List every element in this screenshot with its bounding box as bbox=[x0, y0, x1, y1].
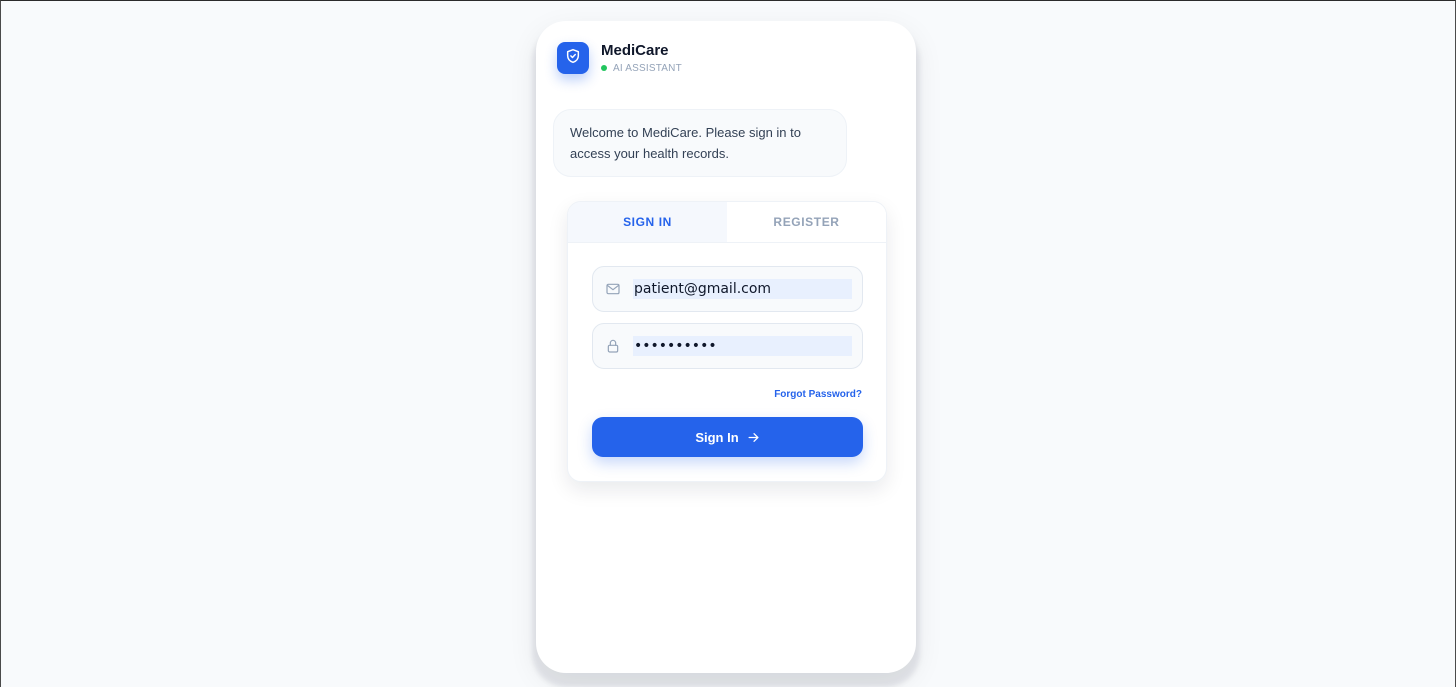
status-row: AI ASSISTANT bbox=[601, 63, 682, 74]
mail-icon bbox=[593, 281, 633, 297]
tab-sign-in[interactable]: SIGN IN bbox=[568, 202, 727, 242]
shield-check-icon bbox=[565, 48, 581, 69]
password-input[interactable] bbox=[633, 336, 852, 356]
phone-frame: MediCare AI ASSISTANT Welcome to MediCar… bbox=[536, 21, 916, 673]
app-header: MediCare AI ASSISTANT bbox=[557, 42, 682, 74]
brand-logo bbox=[557, 42, 589, 74]
tab-register[interactable]: REGISTER bbox=[727, 202, 886, 242]
lock-icon bbox=[593, 338, 633, 354]
forgot-password-link[interactable]: Forgot Password? bbox=[774, 389, 862, 400]
email-input[interactable] bbox=[633, 279, 852, 299]
arrow-right-icon bbox=[747, 431, 760, 444]
brand-name: MediCare bbox=[601, 41, 669, 59]
password-field-wrapper bbox=[592, 323, 863, 369]
page-viewport: MediCare AI ASSISTANT Welcome to MediCar… bbox=[0, 0, 1456, 687]
sign-in-button-label: Sign In bbox=[695, 429, 739, 445]
status-text: AI ASSISTANT bbox=[613, 62, 682, 74]
auth-tabs: SIGN IN REGISTER bbox=[568, 202, 886, 243]
auth-card: SIGN IN REGISTER patient@gmail.com Forgo… bbox=[567, 201, 887, 482]
email-field-wrapper bbox=[592, 266, 863, 312]
sign-in-button[interactable]: Sign In bbox=[592, 417, 863, 457]
online-status-dot bbox=[601, 65, 607, 71]
welcome-message-bubble: Welcome to MediCare. Please sign in to a… bbox=[553, 109, 847, 177]
brand-block: MediCare AI ASSISTANT bbox=[601, 41, 682, 74]
